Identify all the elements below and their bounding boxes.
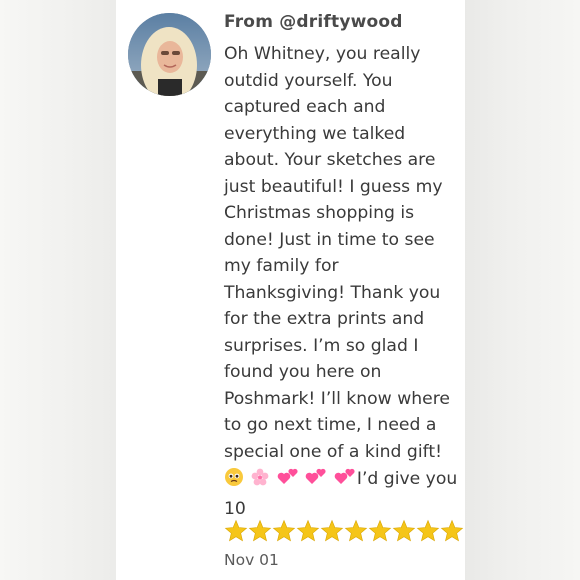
- cherry-blossom-icon: [250, 467, 270, 496]
- two-hearts-icon: [334, 467, 356, 496]
- avatar[interactable]: [128, 13, 211, 96]
- star-icon: [440, 519, 464, 545]
- star-icon: [368, 519, 392, 545]
- review-date: Nov 01: [224, 551, 279, 569]
- star-icon: [320, 519, 344, 545]
- star-icon: [416, 519, 440, 545]
- star-icon: [248, 519, 272, 545]
- two-hearts-icon: [305, 467, 327, 496]
- emoji-line: I’d give you 10: [224, 466, 457, 522]
- rating-number: 10: [224, 498, 246, 519]
- star-icon: [344, 519, 368, 545]
- star-rating: [224, 519, 465, 545]
- star-icon: [392, 519, 416, 545]
- star-icon: [296, 519, 320, 545]
- emoji-tail-text: I’d give you: [356, 469, 458, 489]
- review-card: From @driftywood Oh Whitney, you really …: [116, 0, 465, 580]
- review-message: Oh Whitney, you really outdid yourself. …: [224, 44, 450, 462]
- background-right: [464, 0, 580, 580]
- pleading-face-icon: [224, 467, 244, 496]
- two-hearts-icon: [277, 467, 299, 496]
- star-icon: [272, 519, 296, 545]
- star-icon: [224, 519, 248, 545]
- review-author[interactable]: From @driftywood: [224, 12, 403, 32]
- background-left: [0, 0, 116, 580]
